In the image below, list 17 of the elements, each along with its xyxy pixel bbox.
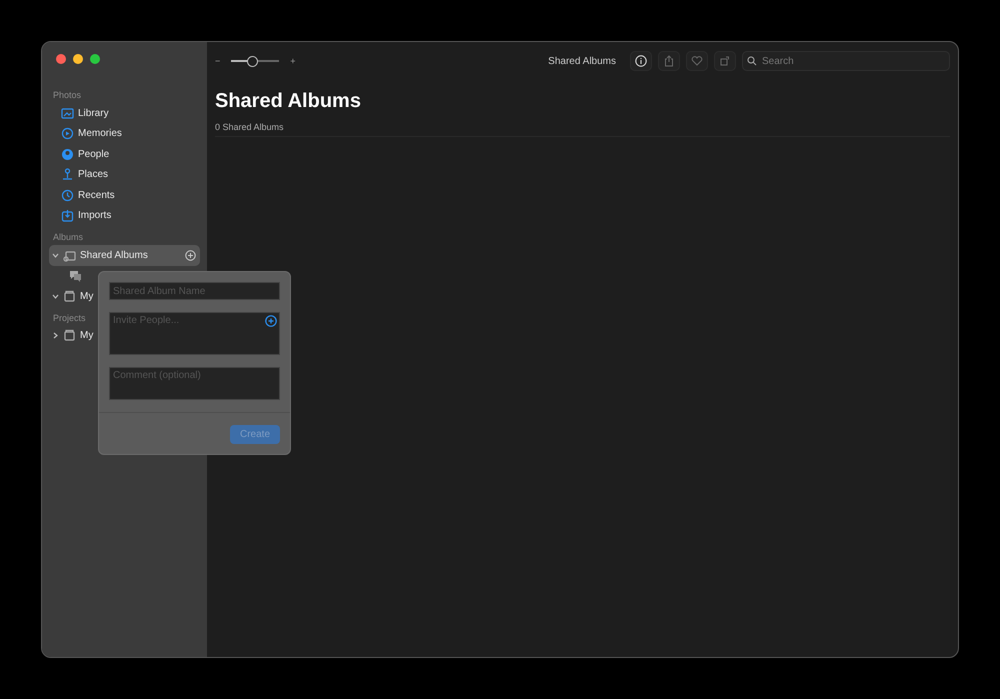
- toolbar-title: Shared Albums: [548, 56, 616, 66]
- sidebar-item-label: Imports: [78, 210, 112, 222]
- sidebar-section-title: Albums: [53, 232, 84, 242]
- sidebar-section-title: Photos: [53, 90, 82, 100]
- sidebar-item-label: My: [80, 290, 94, 302]
- zoom-in-label: +: [290, 56, 296, 66]
- sidebar-item-label: People: [78, 148, 110, 160]
- sidebar-item-label: Shared Albums: [80, 250, 148, 261]
- sidebar-item-label: Recents: [78, 190, 115, 201]
- sidebar-item-label: Library: [78, 108, 109, 119]
- page-title: Shared Albums: [215, 90, 362, 113]
- sidebar-item-label: Memories: [78, 128, 122, 140]
- sidebar-item-label: Places: [78, 169, 108, 180]
- sidebar-item-label: My: [80, 330, 94, 342]
- album-count: 0 Shared Albums: [215, 122, 950, 137]
- zoom-out-label: −: [215, 56, 220, 66]
- sidebar-section-title: Projects: [53, 312, 86, 322]
